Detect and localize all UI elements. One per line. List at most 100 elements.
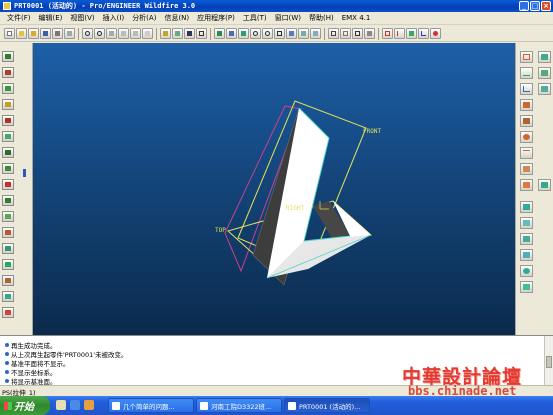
shell-icon[interactable]: [2, 131, 14, 142]
copy-icon[interactable]: [118, 28, 129, 39]
find-icon[interactable]: [184, 28, 195, 39]
offset-icon[interactable]: [2, 243, 14, 254]
revolve-tool-icon[interactable]: [520, 131, 533, 143]
rib-tool-icon[interactable]: [520, 233, 533, 245]
refit-icon[interactable]: [274, 28, 285, 39]
intersect-icon[interactable]: [2, 291, 14, 302]
merge-icon[interactable]: [2, 195, 14, 206]
datum-label-top: TOP: [215, 227, 226, 234]
desktop-icon[interactable]: [56, 400, 66, 410]
hole-icon[interactable]: [2, 147, 14, 158]
pattern-icon[interactable]: [2, 163, 14, 174]
shading-icon[interactable]: [364, 28, 375, 39]
regen-manager-icon[interactable]: [172, 28, 183, 39]
taskbar-item-active[interactable]: PRT0001 (活动的)...: [284, 398, 370, 413]
menu-info[interactable]: 信息(N): [160, 13, 193, 23]
datum-planes-icon[interactable]: [382, 28, 393, 39]
hole-tool-icon[interactable]: [520, 201, 533, 213]
analysis-tool-icon[interactable]: [538, 83, 551, 95]
paste-icon[interactable]: [130, 28, 141, 39]
no-hidden-icon[interactable]: [352, 28, 363, 39]
menu-file[interactable]: 文件(F): [3, 13, 35, 23]
menu-analysis[interactable]: 分析(A): [128, 13, 160, 23]
repaint-icon[interactable]: [238, 28, 249, 39]
project-icon[interactable]: [2, 307, 14, 318]
minimize-button[interactable]: _: [519, 1, 529, 11]
sweep-tool-icon[interactable]: [520, 147, 533, 159]
datum-axis-tool-icon[interactable]: [538, 51, 551, 63]
chamfer-tool-icon[interactable]: [520, 281, 533, 293]
extend-icon[interactable]: [2, 227, 14, 238]
coord-sys-icon[interactable]: [418, 28, 429, 39]
context-help-icon[interactable]: [430, 28, 441, 39]
menu-insert[interactable]: 插入(I): [99, 13, 129, 23]
wireframe-icon[interactable]: [328, 28, 339, 39]
model-tree-strip[interactable]: [19, 43, 33, 335]
spin-center-icon[interactable]: [214, 28, 225, 39]
new-feature-icon[interactable]: [2, 51, 14, 62]
info-bullet-icon: [5, 379, 9, 383]
menu-emx[interactable]: EMX 4.1: [338, 14, 375, 22]
orient-icon[interactable]: [226, 28, 237, 39]
round-icon[interactable]: [2, 83, 14, 94]
open-icon[interactable]: [16, 28, 27, 39]
csys-tool-icon[interactable]: [520, 83, 533, 95]
regenerate-icon[interactable]: [160, 28, 171, 39]
paste-special-icon[interactable]: [142, 28, 153, 39]
chamfer-icon[interactable]: [2, 99, 14, 110]
taskbar-item[interactable]: 几个简单的问题...: [108, 398, 194, 413]
shell-tool-icon[interactable]: [520, 217, 533, 229]
layers-icon[interactable]: [310, 28, 321, 39]
datum-points-icon[interactable]: [406, 28, 417, 39]
menu-window[interactable]: 窗口(W): [271, 13, 305, 23]
menu-view[interactable]: 视图(V): [66, 13, 98, 23]
trim-icon[interactable]: [2, 211, 14, 222]
print-icon[interactable]: [52, 28, 63, 39]
saved-views-icon[interactable]: [298, 28, 309, 39]
maximize-button[interactable]: □: [530, 1, 540, 11]
rib-icon[interactable]: [2, 115, 14, 126]
sketch-tool-icon[interactable]: [520, 99, 533, 111]
zoom-out-icon[interactable]: [262, 28, 273, 39]
new-icon[interactable]: [4, 28, 15, 39]
draft-icon[interactable]: [2, 67, 14, 78]
redo-icon[interactable]: [94, 28, 105, 39]
draft-tool-icon[interactable]: [520, 249, 533, 261]
menu-tools[interactable]: 工具(T): [239, 13, 271, 23]
style-tool-icon[interactable]: [538, 179, 551, 191]
model-tree-toggle[interactable]: [23, 169, 26, 177]
info-bullet-icon: [5, 343, 9, 347]
title-bar[interactable]: PRT0001 (活动的) - Pro/ENGINEER Wildfire 3.…: [0, 0, 553, 12]
cut-icon[interactable]: [106, 28, 117, 39]
close-button[interactable]: ×: [541, 1, 551, 11]
datum-axes-icon[interactable]: [394, 28, 405, 39]
menu-applications[interactable]: 应用程序(P): [193, 13, 239, 23]
menu-edit[interactable]: 编辑(E): [35, 13, 67, 23]
blend-tool-icon[interactable]: [520, 163, 533, 175]
datum-point-tool-icon[interactable]: [538, 67, 551, 79]
mirror-icon[interactable]: [2, 179, 14, 190]
thicken-icon[interactable]: [2, 259, 14, 270]
reorient-icon[interactable]: [286, 28, 297, 39]
graphics-viewport[interactable]: FRONT TOP RIGHT: [33, 43, 515, 335]
select-icon[interactable]: [196, 28, 207, 39]
round-tool-icon[interactable]: [520, 265, 533, 277]
watermark: 中華設計論壇 bbs.chinade.net: [388, 362, 553, 402]
datum-plane-tool-icon[interactable]: [520, 51, 533, 63]
start-button[interactable]: 开始: [0, 396, 50, 415]
save-icon[interactable]: [40, 28, 51, 39]
zoom-in-icon[interactable]: [250, 28, 261, 39]
taskbar-item[interactable]: 河南工院D3322班...: [196, 398, 282, 413]
folder-icon[interactable]: [28, 28, 39, 39]
folder-quick-icon[interactable]: [84, 400, 94, 410]
app-icon: [3, 2, 11, 10]
email-icon[interactable]: [64, 28, 75, 39]
solidify-icon[interactable]: [2, 275, 14, 286]
hidden-line-icon[interactable]: [340, 28, 351, 39]
menu-help[interactable]: 帮助(H): [305, 13, 338, 23]
undo-icon[interactable]: [82, 28, 93, 39]
datum-curve-icon[interactable]: [520, 67, 533, 79]
boundary-tool-icon[interactable]: [520, 179, 533, 191]
extrude-tool-icon[interactable]: [520, 115, 533, 127]
browser-icon[interactable]: [70, 400, 80, 410]
